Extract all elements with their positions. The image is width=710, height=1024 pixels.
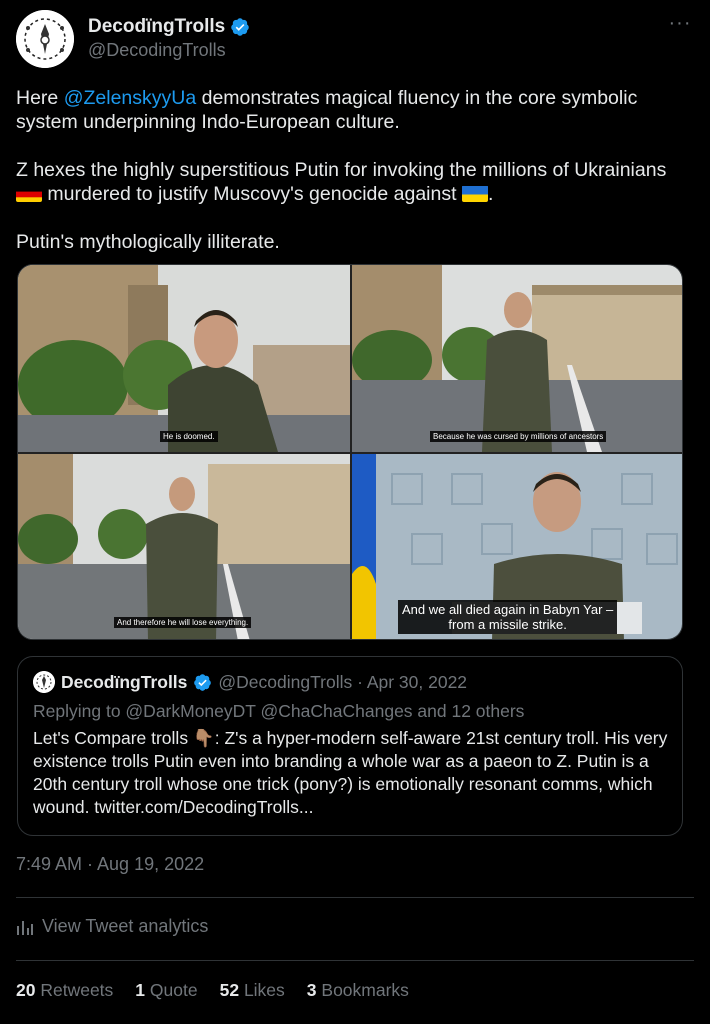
author-handle[interactable]: @DecodingTrolls <box>88 40 226 61</box>
analytics-label: View Tweet analytics <box>42 916 209 936</box>
divider <box>16 897 694 898</box>
analytics-icon <box>17 920 33 935</box>
tweet-timestamp[interactable]: 7:49 AM · Aug 19, 2022 <box>16 854 204 875</box>
media-grid[interactable]: He is doomed. Because he was cursed by m… <box>17 264 683 640</box>
mention-link[interactable]: @ZelenskyyUa <box>64 87 197 109</box>
germany-flag-icon <box>16 185 42 202</box>
video-frame-3[interactable]: And therefore he will lose everything. <box>18 454 350 639</box>
retweets-stat[interactable]: 20 Retweets <box>16 980 113 1001</box>
quoted-tweet[interactable]: DecodïngTrolls @DecodingTrolls · Apr 30,… <box>17 656 683 836</box>
bookmarks-stat[interactable]: 3 Bookmarks <box>307 980 409 1001</box>
video-frame-1[interactable]: He is doomed. <box>18 265 350 452</box>
quoted-author-avatar <box>33 671 55 693</box>
divider <box>16 960 694 961</box>
quoted-handle-date: @DecodingTrolls · Apr 30, 2022 <box>218 671 468 692</box>
tweet-paragraph-1: Here @ZelenskyyUa demonstrates magical f… <box>16 87 638 133</box>
verified-badge-icon <box>231 18 249 36</box>
video-frame-4[interactable]: And we all died again in Babyn Yar – fro… <box>352 454 682 639</box>
more-options-icon[interactable]: ··· <box>666 12 694 34</box>
author-display-name[interactable]: DecodïngTrolls <box>88 16 225 38</box>
subtitle-2: Because he was cursed by millions of anc… <box>430 431 607 442</box>
subtitle-1: He is doomed. <box>160 431 218 442</box>
video-frame-2[interactable]: Because he was cursed by millions of anc… <box>352 265 682 452</box>
tweet-paragraph-2: Z hexes the highly superstitious Putin f… <box>16 159 667 205</box>
quoted-body-text: Let's Compare trolls 👇🏽: Z's a hyper-mod… <box>33 728 668 817</box>
tweet-text: Here @ZelenskyyUa demonstrates magical f… <box>16 86 696 278</box>
author-avatar[interactable] <box>16 10 74 68</box>
likes-stat[interactable]: 52 Likes <box>220 980 285 1001</box>
quoted-reply-line: Replying to @DarkMoneyDT @ChaChaChanges … <box>33 701 525 721</box>
tweet-header: DecodïngTrolls @DecodingTrolls ··· <box>16 10 694 70</box>
tweet-paragraph-3: Putin's mythologically illiterate. <box>16 231 280 253</box>
view-analytics-link[interactable]: View Tweet analytics <box>16 916 208 937</box>
verified-badge-icon <box>194 673 212 691</box>
quoted-author-name: DecodïngTrolls <box>61 671 188 692</box>
engagement-stats: 20 Retweets 1 Quote 52 Likes 3 Bookmarks <box>16 980 409 1001</box>
ukraine-flag-icon <box>461 185 488 202</box>
subtitle-4: And we all died again in Babyn Yar – fro… <box>398 600 618 634</box>
quotes-stat[interactable]: 1 Quote <box>135 980 197 1001</box>
subtitle-3: And therefore he will lose everything. <box>114 617 252 628</box>
